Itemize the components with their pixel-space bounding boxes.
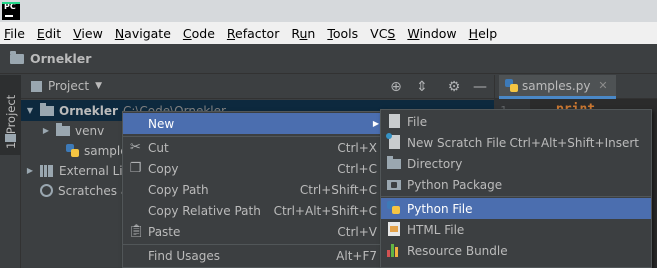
submenu-arrow-icon: ▶ xyxy=(372,119,379,128)
menu-item-label: Python File xyxy=(407,201,473,216)
menu-view[interactable]: View xyxy=(73,26,103,41)
folder-icon xyxy=(10,50,24,64)
tree-item-external-libraries: External Lib xyxy=(59,163,131,178)
collapse-all-icon[interactable]: ⇕ xyxy=(413,78,431,96)
menu-separator xyxy=(381,196,651,197)
menu-item-copy-path[interactable]: Copy Path Ctrl+Shift+C xyxy=(123,179,385,200)
menu-item-label: Copy Path xyxy=(148,182,209,197)
library-icon xyxy=(40,164,54,177)
folder-icon xyxy=(387,156,402,171)
menu-navigate[interactable]: Navigate xyxy=(115,26,171,41)
menu-item-label: Find Usages xyxy=(148,248,221,263)
menu-edit[interactable]: Edit xyxy=(37,26,61,41)
scratch-file-icon xyxy=(386,133,402,150)
submenu-item-python-package[interactable]: Python Package xyxy=(381,174,651,195)
tab-samples-py[interactable]: samples.py ✕ xyxy=(499,75,616,99)
hide-icon[interactable]: — xyxy=(471,78,489,96)
menu-vcs[interactable]: VCS xyxy=(370,26,395,41)
menu-item-label: HTML File xyxy=(407,222,465,237)
menu-code[interactable]: Code xyxy=(183,26,215,41)
menu-item-label: New Scratch File xyxy=(407,135,507,150)
chevron-down-icon: ▼ xyxy=(95,81,102,91)
menu-item-copy-relative-path[interactable]: Copy Relative Path Ctrl+Alt+Shift+C xyxy=(123,200,385,221)
python-file-icon xyxy=(66,144,79,157)
menu-item-find-usages[interactable]: Find Usages Alt+F7 xyxy=(123,245,385,266)
tab-label: samples.py xyxy=(522,78,591,93)
submenu-item-resource-bundle[interactable]: Resource Bundle xyxy=(381,240,651,261)
new-submenu: File New Scratch File Ctrl+Alt+Shift+Ins… xyxy=(380,109,652,268)
collapse-arrow-icon[interactable]: ▶ xyxy=(41,126,51,135)
menu-item-label: Directory xyxy=(407,156,463,171)
panel-title: Project xyxy=(48,79,90,93)
folder-icon xyxy=(40,102,54,116)
scissors-icon: ✂ xyxy=(130,140,141,155)
title-bar: PC xyxy=(0,0,657,22)
menu-bar: File Edit View Navigate Code Refactor Run Tools… xyxy=(0,22,657,44)
tool-window-strip: 1: Project xyxy=(0,75,21,268)
submenu-item-directory[interactable]: Directory xyxy=(381,153,651,174)
menu-refactor[interactable]: Refactor xyxy=(227,26,279,41)
python-file-icon xyxy=(505,79,518,92)
editor-tab-bar: samples.py ✕ xyxy=(494,75,657,99)
navigation-bar: Ornekler xyxy=(0,44,657,74)
html-file-icon xyxy=(387,222,402,237)
project-icon xyxy=(31,80,42,92)
folder-icon xyxy=(5,134,16,142)
menu-item-label: Python Package xyxy=(407,177,503,192)
shortcut-label: Ctrl+X xyxy=(337,140,377,155)
tree-item-venv: venv xyxy=(75,123,105,138)
menu-window[interactable]: Window xyxy=(407,26,456,41)
package-icon xyxy=(387,177,402,192)
file-icon xyxy=(387,114,402,129)
resource-bundle-icon xyxy=(387,243,402,258)
submenu-item-new-scratch-file[interactable]: New Scratch File Ctrl+Alt+Shift+Insert xyxy=(381,132,651,153)
menu-item-label: New xyxy=(148,116,175,131)
tree-root-name: Ornekler xyxy=(59,103,118,118)
menu-item-label: Copy xyxy=(148,161,179,176)
shortcut-label: Ctrl+Alt+Shift+Insert xyxy=(509,135,639,150)
menu-item-copy[interactable]: ❐ Copy Ctrl+C xyxy=(123,158,385,179)
menu-item-label: Cut xyxy=(148,140,169,155)
scratches-icon xyxy=(40,184,53,197)
menu-item-cut[interactable]: ✂ Cut Ctrl+X xyxy=(123,137,385,158)
menu-tools[interactable]: Tools xyxy=(327,26,358,41)
menu-help[interactable]: Help xyxy=(469,26,498,41)
shortcut-label: Alt+F7 xyxy=(336,248,377,263)
menu-item-new[interactable]: New ▶ xyxy=(123,113,385,134)
menu-item-paste[interactable]: 📋︎ Paste Ctrl+V xyxy=(123,221,385,242)
shortcut-label: Ctrl+Alt+Shift+C xyxy=(273,203,377,218)
locate-icon[interactable]: ⊕ xyxy=(387,78,405,96)
menu-file[interactable]: File xyxy=(4,26,25,41)
project-tool-tab[interactable]: 1: Project xyxy=(0,75,21,155)
context-menu: New ▶ ✂ Cut Ctrl+X ❐ Copy Ctrl+C Copy Pa… xyxy=(122,111,386,268)
submenu-item-html-file[interactable]: HTML File xyxy=(381,219,651,240)
folder-icon xyxy=(56,122,70,136)
pycharm-logo: PC xyxy=(2,2,20,20)
shortcut-label: Ctrl+C xyxy=(337,161,377,176)
menu-item-label: Resource Bundle xyxy=(407,243,508,258)
project-panel-header: Project ▼ ⊕ ⇕ ⚙ — xyxy=(21,75,494,99)
gear-icon[interactable]: ⚙ xyxy=(445,78,463,96)
clipboard-icon: 📋︎ xyxy=(128,224,145,239)
menu-item-label: Copy Relative Path xyxy=(148,203,261,218)
menu-run[interactable]: Run xyxy=(291,26,315,41)
project-view-selector[interactable]: Project ▼ xyxy=(31,79,102,93)
shortcut-label: Ctrl+V xyxy=(337,224,377,239)
close-icon[interactable]: ✕ xyxy=(598,79,607,92)
copy-icon: ❐ xyxy=(129,161,142,176)
expand-arrow-icon[interactable]: ▼ xyxy=(25,106,35,115)
menu-item-label: Paste xyxy=(148,224,181,239)
python-file-icon xyxy=(387,201,402,216)
menu-item-label: File xyxy=(407,114,428,129)
shortcut-label: Ctrl+Shift+C xyxy=(299,182,377,197)
collapse-arrow-icon[interactable]: ▶ xyxy=(25,166,35,175)
submenu-item-file[interactable]: File xyxy=(381,111,651,132)
breadcrumb-project[interactable]: Ornekler xyxy=(30,51,91,66)
submenu-item-python-file[interactable]: Python File xyxy=(381,198,651,219)
